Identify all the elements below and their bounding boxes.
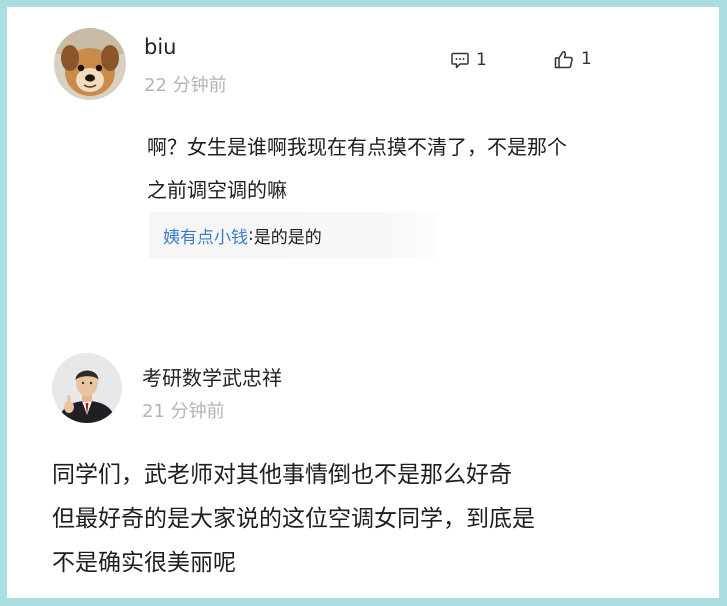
comment-text-line-2: 之前调空调的嘛 xyxy=(147,178,287,202)
timestamp: 22 分钟前 xyxy=(144,75,227,96)
username-label[interactable]: 考研数学武忠祥 xyxy=(142,362,282,391)
comment-card: biu 22 分钟前 1 1 啊？女生是谁啊我现在有点摸不清了，不是那个 之前调… xyxy=(7,7,719,598)
thumbs-up-icon xyxy=(554,50,573,68)
timestamp: 21 分钟前 xyxy=(142,401,225,422)
comment-icon xyxy=(451,52,469,68)
comment-button[interactable]: 1 xyxy=(451,50,487,70)
comment-count: 1 xyxy=(476,50,487,70)
comment-text-line-2: 但最好奇的是大家说的这位空调女同学，到底是 xyxy=(52,506,535,532)
comment-text-line-3: 不是确实很美丽呢 xyxy=(52,550,236,576)
comment-text-line-1: 同学们，武老师对其他事情倒也不是那么好奇 xyxy=(52,462,512,488)
like-count: 1 xyxy=(581,49,592,69)
avatar-biu[interactable] xyxy=(54,28,126,100)
avatar-wuzhongxiang[interactable] xyxy=(52,353,122,423)
dog-avatar-image xyxy=(54,28,126,100)
portrait-avatar-image xyxy=(52,353,122,423)
reply-preview[interactable]: 姨有点小钱 : 是的是的 xyxy=(149,212,439,258)
username-label[interactable]: biu xyxy=(144,35,176,59)
comment-text-line-1: 啊？女生是谁啊我现在有点摸不清了，不是那个 xyxy=(147,135,567,159)
reply-author[interactable]: 姨有点小钱 xyxy=(163,223,248,248)
like-button[interactable]: 1 xyxy=(554,49,592,69)
reply-text: 是的是的 xyxy=(253,227,322,248)
